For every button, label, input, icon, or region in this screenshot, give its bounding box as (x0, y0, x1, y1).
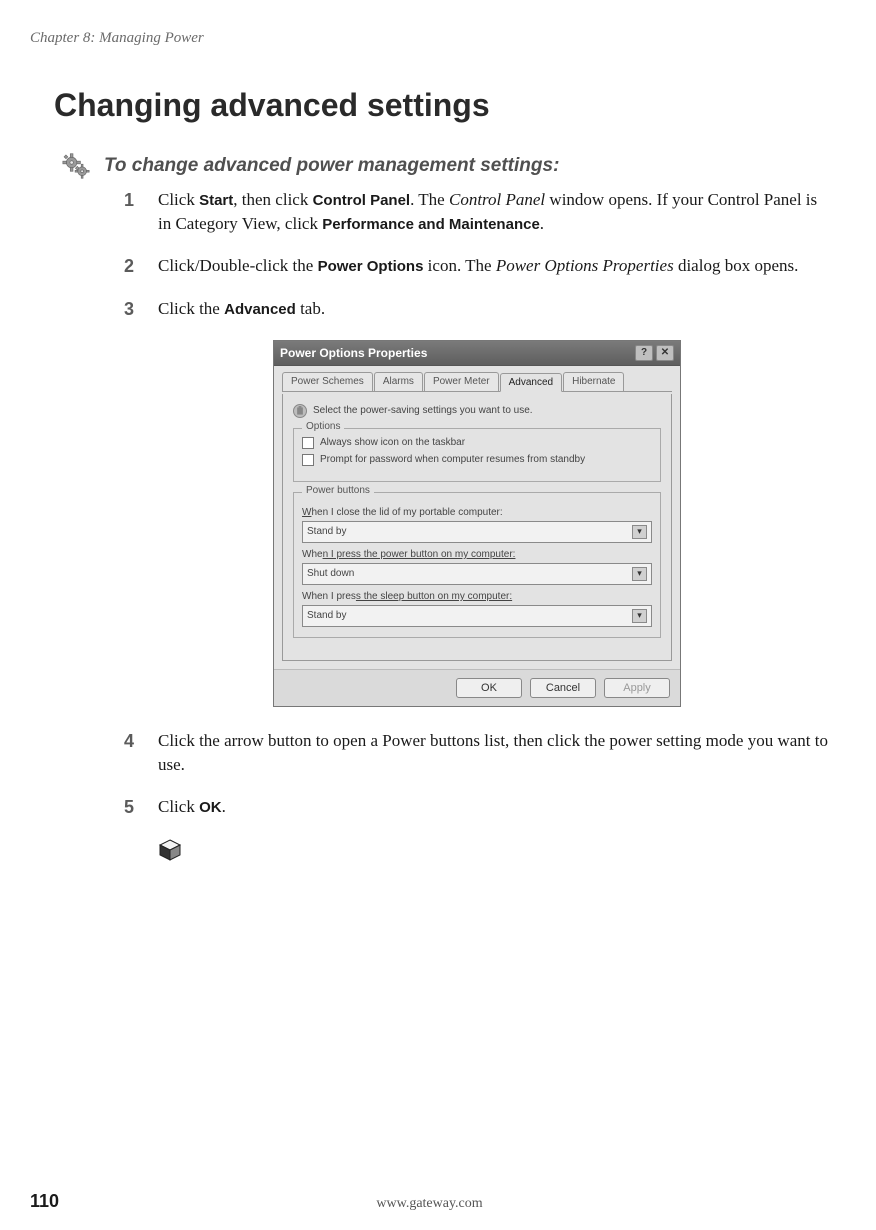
power-button-label: When I press the power button on my comp… (302, 549, 652, 560)
titlebar-buttons: ? ✕ (635, 345, 674, 361)
step-text: Click/Double-click the Power Options ico… (158, 254, 830, 279)
ok-button[interactable]: OK (456, 678, 522, 698)
step-5: 5 Click OK. (124, 795, 830, 820)
text: Click the (158, 299, 224, 318)
dialog-titlebar: Power Options Properties ? ✕ (274, 341, 680, 366)
end-of-procedure-icon (158, 838, 830, 867)
step-3: 3 Click the Advanced tab. (124, 297, 830, 322)
text: Click (158, 190, 199, 209)
checkbox-prompt-password[interactable] (302, 454, 314, 466)
text: . (222, 797, 226, 816)
page-title: Changing advanced settings (54, 87, 830, 124)
text: , then click (233, 190, 312, 209)
chapter-header: Chapter 8: Managing Power (30, 30, 830, 47)
page-number: 110 (30, 1191, 59, 1212)
text: dialog box opens. (674, 256, 799, 275)
battery-icon (293, 404, 307, 418)
text: . (540, 214, 544, 233)
dialog-button-row: OK Cancel Apply (274, 669, 680, 706)
step-text: Click Start, then click Control Panel. T… (158, 188, 830, 236)
checkbox-show-icon[interactable] (302, 437, 314, 449)
close-lid-combo[interactable]: Stand by ▾ (302, 521, 652, 543)
power-buttons-legend: Power buttons (302, 485, 374, 496)
text: Click/Double-click the (158, 256, 318, 275)
ui-ok: OK (199, 799, 222, 816)
chevron-down-icon[interactable]: ▾ (632, 567, 647, 581)
hint-text: Select the power-saving settings you wan… (313, 405, 533, 416)
power-buttons-fieldset: Power buttons When I close the lid of my… (293, 492, 661, 638)
apply-button[interactable]: Apply (604, 678, 670, 698)
close-lid-label: When I close the lid of my portable comp… (302, 507, 652, 518)
step-text: Click OK. (158, 795, 830, 820)
step-text: Click the Advanced tab. (158, 297, 830, 322)
options-fieldset: Options Always show icon on the taskbar … (293, 428, 661, 482)
ui-perf-maintenance: Performance and Maintenance (322, 216, 540, 233)
ui-control-panel: Control Panel (313, 192, 411, 209)
dialog-body: Power Schemes Alarms Power Meter Advance… (274, 366, 680, 669)
task-heading-row: To change advanced power management sett… (62, 152, 830, 180)
ui-start: Start (199, 192, 233, 209)
italic-control-panel: Control Panel (449, 190, 545, 209)
text: Click (158, 797, 199, 816)
sleep-button-label: When I press the sleep button on my comp… (302, 591, 652, 602)
checkbox-show-icon-label: Always show icon on the taskbar (320, 437, 465, 448)
tab-power-schemes[interactable]: Power Schemes (282, 372, 373, 391)
text: When I pres (302, 591, 356, 602)
tab-content-advanced: Select the power-saving settings you wan… (282, 394, 672, 661)
help-button[interactable]: ? (635, 345, 653, 361)
power-button-combo[interactable]: Shut down ▾ (302, 563, 652, 585)
italic-power-options-properties: Power Options Properties (496, 256, 674, 275)
cancel-button[interactable]: Cancel (530, 678, 596, 698)
text: . The (410, 190, 449, 209)
step-number: 4 (124, 729, 158, 777)
checkbox-prompt-password-row: Prompt for password when computer resume… (302, 454, 652, 466)
hint-row: Select the power-saving settings you wan… (293, 404, 661, 418)
checkbox-prompt-password-label: Prompt for password when computer resume… (320, 454, 585, 465)
step-number: 1 (124, 188, 158, 236)
text: Whe (302, 549, 323, 560)
sleep-button-value: Stand by (307, 610, 346, 621)
tab-alarms[interactable]: Alarms (374, 372, 423, 391)
gears-icon (62, 152, 90, 180)
chevron-down-icon[interactable]: ▾ (632, 609, 647, 623)
dialog-tabs: Power Schemes Alarms Power Meter Advance… (282, 372, 672, 392)
page-footer: 110 www.gateway.com (30, 1191, 830, 1212)
sleep-button-combo[interactable]: Stand by ▾ (302, 605, 652, 627)
tab-power-meter[interactable]: Power Meter (424, 372, 499, 391)
step-1: 1 Click Start, then click Control Panel.… (124, 188, 830, 236)
checkbox-show-icon-row: Always show icon on the taskbar (302, 437, 652, 449)
text: icon. The (423, 256, 495, 275)
steps-list: 1 Click Start, then click Control Panel.… (124, 188, 830, 820)
close-button[interactable]: ✕ (656, 345, 674, 361)
chevron-down-icon[interactable]: ▾ (632, 525, 647, 539)
step-number: 5 (124, 795, 158, 820)
task-heading: To change advanced power management sett… (104, 155, 559, 177)
dialog-title-text: Power Options Properties (280, 346, 427, 360)
text: tab. (296, 299, 325, 318)
step-2: 2 Click/Double-click the Power Options i… (124, 254, 830, 279)
text: hen I close the lid of my portable compu… (311, 507, 502, 518)
ui-power-options: Power Options (318, 258, 424, 275)
mnemonic: s the sleep button on my computer: (356, 591, 512, 602)
step-number: 3 (124, 297, 158, 322)
step-text: Click the arrow button to open a Power b… (158, 729, 830, 777)
ui-advanced: Advanced (224, 301, 296, 318)
step-4: 4 Click the arrow button to open a Power… (124, 729, 830, 777)
mnemonic: n I press the power button on my compute… (323, 549, 516, 560)
power-button-value: Shut down (307, 568, 354, 579)
options-legend: Options (302, 421, 344, 432)
footer-url: www.gateway.com (376, 1196, 482, 1212)
close-lid-value: Stand by (307, 526, 346, 537)
step-number: 2 (124, 254, 158, 279)
tab-hibernate[interactable]: Hibernate (563, 372, 624, 391)
tab-advanced[interactable]: Advanced (500, 373, 562, 392)
power-options-dialog: Power Options Properties ? ✕ Power Schem… (273, 340, 681, 707)
